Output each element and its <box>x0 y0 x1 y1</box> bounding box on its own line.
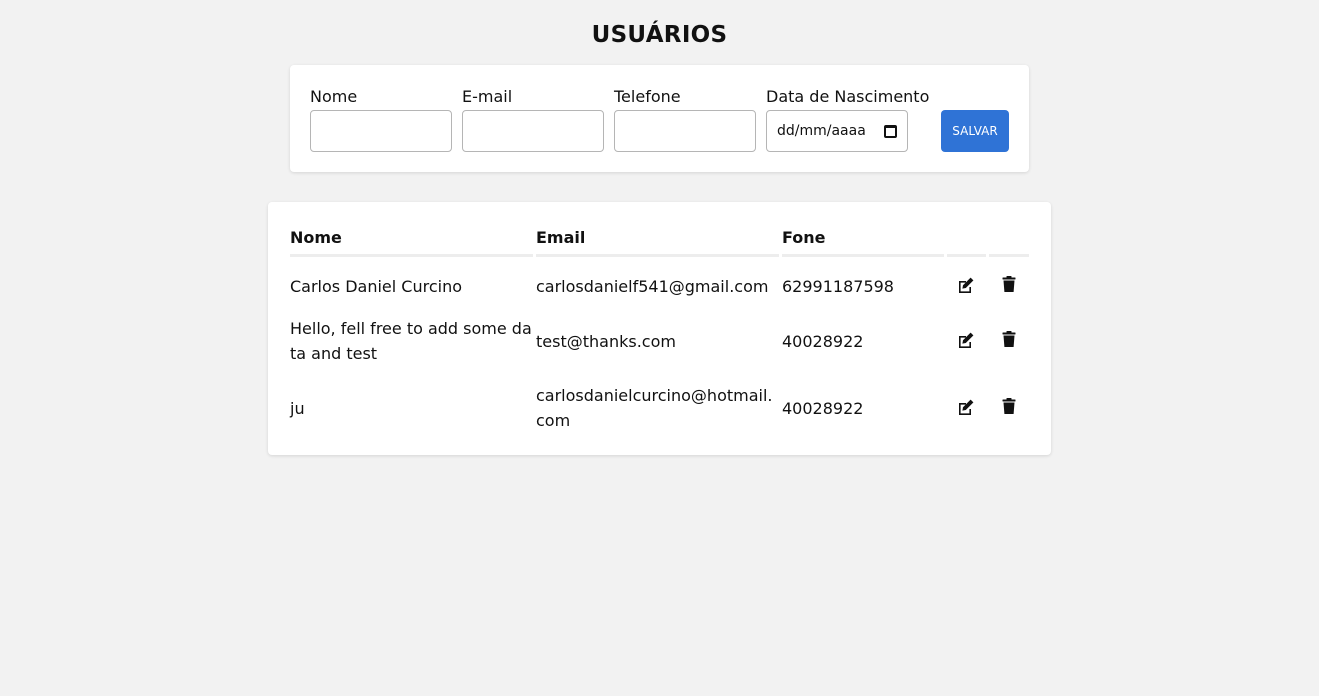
header-divider <box>536 254 779 257</box>
page-title: USUÁRIOS <box>591 22 728 48</box>
cell-nome: Hello, fell free to add some data and te… <box>290 319 532 363</box>
field-telefone: Telefone <box>614 87 756 152</box>
field-data-nascimento: Data de Nascimento dd/mm/aaaa <box>766 87 930 152</box>
trash-icon[interactable] <box>1000 275 1018 293</box>
cell-email: carlosdanielcurcino@hotmail.com <box>536 386 773 430</box>
trash-icon[interactable] <box>1000 397 1018 415</box>
data-nascimento-input[interactable]: dd/mm/aaaa <box>766 110 908 152</box>
header-divider <box>947 254 986 257</box>
telefone-input[interactable] <box>614 110 756 152</box>
cell-email: carlosdanielf541@gmail.com <box>536 277 769 296</box>
telefone-label: Telefone <box>614 87 681 106</box>
edit-icon[interactable] <box>957 398 975 416</box>
nome-input[interactable] <box>310 110 452 152</box>
header-divider <box>782 254 944 257</box>
date-placeholder: dd/mm/aaaa <box>777 123 866 139</box>
header-nome: Nome <box>290 228 342 247</box>
cell-email: test@thanks.com <box>536 332 676 351</box>
header-fone: Fone <box>782 228 826 247</box>
data-nascimento-label: Data de Nascimento <box>766 87 930 106</box>
header-email: Email <box>536 228 586 247</box>
edit-icon[interactable] <box>957 331 975 349</box>
trash-icon[interactable] <box>1000 330 1018 348</box>
cell-nome: ju <box>290 399 305 418</box>
cell-fone: 62991187598 <box>782 277 894 296</box>
field-nome: Nome <box>310 87 452 152</box>
email-label: E-mail <box>462 87 513 106</box>
edit-icon[interactable] <box>957 276 975 294</box>
calendar-icon[interactable] <box>884 124 897 138</box>
field-email: E-mail <box>462 87 604 152</box>
save-button[interactable]: SALVAR <box>941 110 1009 152</box>
user-form: Nome E-mail Telefone Data de Nascimento … <box>290 65 1029 172</box>
header-divider <box>290 254 533 257</box>
users-table: Nome Email Fone Carlos Daniel Curcino ca… <box>268 202 1051 455</box>
cell-fone: 40028922 <box>782 399 864 418</box>
cell-nome: Carlos Daniel Curcino <box>290 277 463 296</box>
header-divider <box>989 254 1029 257</box>
cell-fone: 40028922 <box>782 332 864 351</box>
email-input[interactable] <box>462 110 604 152</box>
nome-label: Nome <box>310 87 358 106</box>
